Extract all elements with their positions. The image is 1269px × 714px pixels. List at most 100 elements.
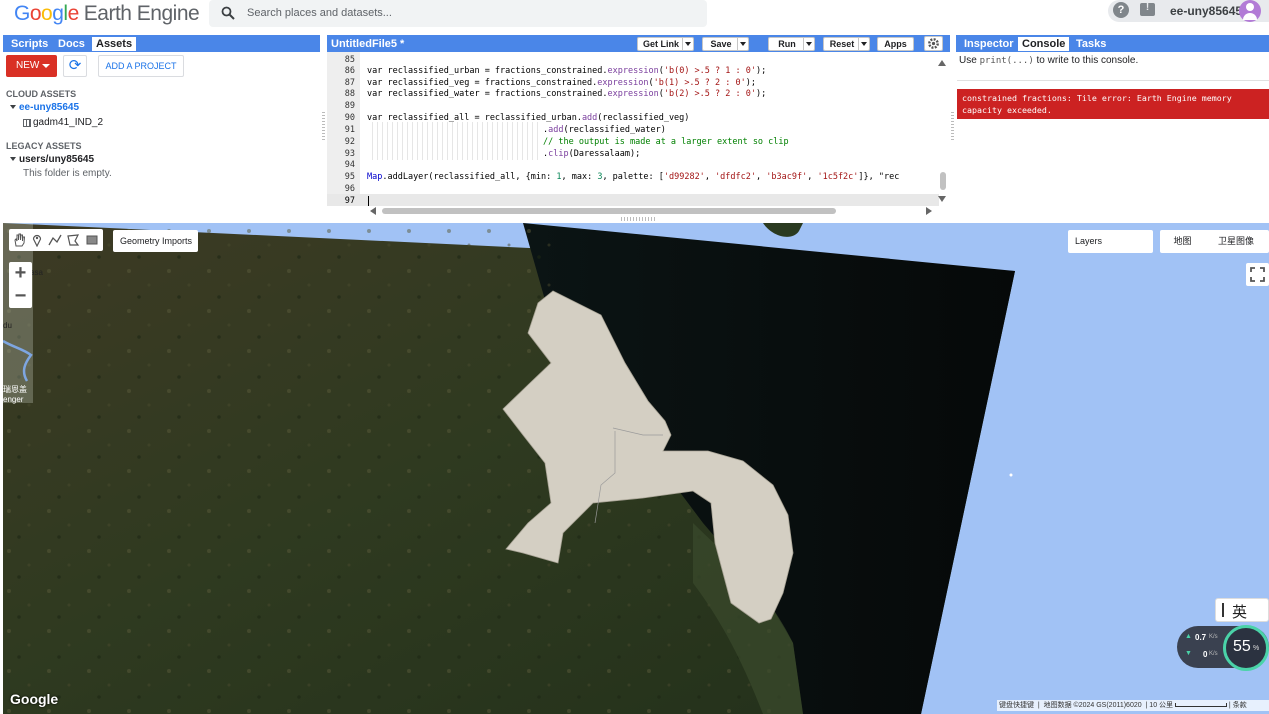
upload-unit: K/s xyxy=(1209,634,1218,640)
code-line-86[interactable]: var reclassified_urban = fractions_const… xyxy=(367,66,766,76)
code-line-95[interactable]: Map.addLayer(reclassified_all, {min: 1, … xyxy=(367,172,936,182)
code-line-87[interactable]: var reclassified_veg = fractions_constra… xyxy=(367,78,756,88)
console-hint: Use print(...) to write to this console. xyxy=(959,55,1139,66)
expand-triangle-icon[interactable] xyxy=(10,105,16,109)
cloud-project-item[interactable]: ee-uny85645 xyxy=(19,102,79,113)
console-divider xyxy=(957,80,1269,81)
code-line-92[interactable]: // the output is made at a larger extent… xyxy=(543,137,789,147)
map-imagery xyxy=(3,223,1015,714)
earth-engine-logo[interactable]: Google Earth Engine xyxy=(14,2,200,26)
line-number: 94 xyxy=(344,160,355,170)
fullscreen-button[interactable] xyxy=(1246,263,1269,286)
user-area: ? ee-uny85645 xyxy=(1108,0,1269,22)
polygon-icon[interactable] xyxy=(66,233,80,247)
panel-splitter[interactable] xyxy=(322,110,325,140)
upload-speed: 0.7 xyxy=(1195,633,1207,642)
expand-triangle-icon[interactable] xyxy=(10,157,16,161)
scale-label[interactable]: 10 公里 xyxy=(1149,702,1173,709)
add-project-button[interactable]: ADD A PROJECT xyxy=(98,55,184,77)
map-type-map-button[interactable]: 地图 xyxy=(1160,230,1205,253)
caret-down-icon[interactable] xyxy=(803,38,814,50)
fullscreen-icon xyxy=(1250,267,1265,282)
polyline-icon[interactable] xyxy=(48,233,62,247)
upload-arrow-icon: ▲ xyxy=(1185,633,1192,640)
small-island xyxy=(1009,473,1013,477)
layers-button[interactable]: Layers xyxy=(1068,230,1153,253)
code-line-93[interactable]: .clip(Daressalaam); xyxy=(543,149,640,159)
avatar[interactable] xyxy=(1239,0,1261,22)
console-error-message[interactable]: constrained fractions: Tile error: Earth… xyxy=(957,89,1269,119)
search-input[interactable] xyxy=(247,3,687,23)
new-button[interactable]: NEW xyxy=(6,55,57,77)
geometry-imports-button[interactable]: Geometry Imports xyxy=(113,230,198,252)
apps-button[interactable]: Apps xyxy=(877,37,914,51)
line-number: 86 xyxy=(344,66,355,76)
panel-splitter[interactable] xyxy=(951,110,954,140)
tab-scripts[interactable]: Scripts xyxy=(7,37,52,51)
line-number: 85 xyxy=(344,55,355,65)
indent-guides xyxy=(372,122,540,160)
caret-down-icon[interactable] xyxy=(682,38,693,50)
download-speed: 0 xyxy=(1203,650,1208,659)
caret-down-icon[interactable] xyxy=(858,38,869,50)
map-attribution: 键盘快捷键 | 地图数据 ©2024 GS(2011)6020 | 10 公里 … xyxy=(997,700,1269,711)
tab-inspector[interactable]: Inspector xyxy=(960,37,1018,51)
hand-icon[interactable] xyxy=(12,233,26,247)
tab-docs[interactable]: Docs xyxy=(54,37,89,51)
google-logo: Google xyxy=(10,691,59,707)
line-number: 87 xyxy=(344,78,355,88)
username[interactable]: ee-uny85645 xyxy=(1170,4,1242,18)
table-icon xyxy=(23,119,31,127)
horizontal-scroll-thumb[interactable] xyxy=(382,208,836,214)
reset-button[interactable]: Reset xyxy=(823,37,870,51)
tab-assets[interactable]: Assets xyxy=(92,37,137,51)
tab-console[interactable]: Console xyxy=(1018,37,1070,51)
code-line-90[interactable]: var reclassified_all = reclassified_urba… xyxy=(367,113,689,123)
ime-indicator[interactable]: 英 xyxy=(1215,598,1269,622)
zoom-out-button[interactable]: − xyxy=(9,285,32,307)
map-type-satellite-button[interactable]: 卫星图像 xyxy=(1207,230,1265,253)
map-place-label: enger xyxy=(3,395,24,404)
line-number: 88 xyxy=(344,89,355,99)
legacy-folder-item[interactable]: users/uny85645 xyxy=(19,154,94,165)
line-number: 97 xyxy=(344,196,355,206)
island xyxy=(763,223,803,237)
refresh-button[interactable]: ⟳ xyxy=(63,55,87,77)
map-place-label: 瑞恩盖 xyxy=(3,385,27,394)
marker-icon[interactable] xyxy=(30,233,44,247)
scale-bar xyxy=(1174,703,1227,708)
map-canvas[interactable] xyxy=(3,223,1269,714)
asset-item[interactable]: gadm41_IND_2 xyxy=(33,117,103,128)
run-button[interactable]: Run xyxy=(768,37,815,51)
vertical-scroll-thumb[interactable] xyxy=(940,172,946,190)
line-number: 92 xyxy=(344,137,355,147)
line-number: 89 xyxy=(344,101,355,111)
save-button[interactable]: Save xyxy=(702,37,749,51)
cloud-assets-label: CLOUD ASSETS xyxy=(6,89,77,99)
search-box[interactable] xyxy=(209,0,707,27)
download-unit: K/s xyxy=(1209,651,1218,657)
help-icon[interactable]: ? xyxy=(1113,2,1129,18)
keyboard-shortcuts-link[interactable]: 键盘快捷键 xyxy=(999,702,1034,709)
code-line-91[interactable]: .add(reclassified_water) xyxy=(543,125,666,135)
terms-link[interactable]: 条款 xyxy=(1233,702,1247,709)
tab-tasks[interactable]: Tasks xyxy=(1072,37,1110,51)
top-bar: GoogleEarth Engine ? ee-uny85645 xyxy=(0,0,1269,34)
rectangle-icon[interactable] xyxy=(85,233,99,247)
code-line-88[interactable]: var reclassified_water = fractions_const… xyxy=(367,89,766,99)
get-link-button[interactable]: Get Link xyxy=(637,37,694,51)
cpu-usage-ring: 55 % xyxy=(1223,625,1269,671)
refresh-icon: ⟳ xyxy=(68,57,82,74)
feedback-icon[interactable] xyxy=(1140,2,1155,16)
zoom-in-button[interactable]: + xyxy=(9,262,32,284)
caret-down-icon[interactable] xyxy=(737,38,748,50)
legacy-assets-label: LEGACY ASSETS xyxy=(6,141,82,151)
map-splitter[interactable] xyxy=(621,217,655,221)
cpu-usage-value: 55 xyxy=(1233,638,1251,655)
map-data-text[interactable]: 地图数据 ©2024 GS(2011)6020 xyxy=(1044,702,1142,709)
line-number: 95 xyxy=(344,172,355,182)
editor-file-title: UntitledFile5 * xyxy=(331,38,405,50)
settings-button[interactable] xyxy=(924,36,943,51)
line-number: 96 xyxy=(344,184,355,194)
line-number: 93 xyxy=(344,149,355,159)
